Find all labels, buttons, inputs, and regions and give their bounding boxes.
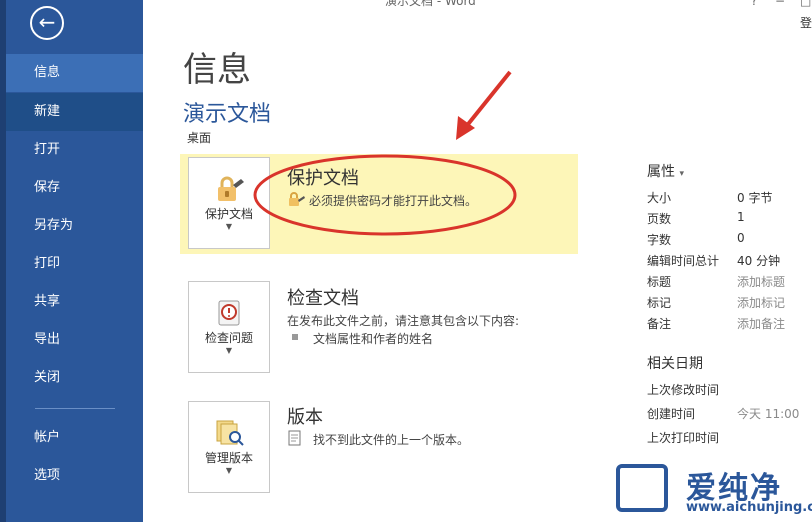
document-location: 桌面 bbox=[187, 131, 212, 145]
protect-document-description: 必须提供密码才能打开此文档。 bbox=[309, 194, 478, 208]
property-key: 大小 bbox=[647, 191, 672, 205]
related-dates-header: 相关日期 bbox=[647, 356, 703, 372]
protect-document-tile-label: 保护文档 bbox=[204, 207, 253, 221]
bullet-icon bbox=[292, 334, 298, 340]
annotation-arrow-shaft bbox=[463, 70, 512, 130]
sidebar-item-save-as[interactable]: 另存为 bbox=[6, 207, 143, 245]
chevron-down-icon: ▾ bbox=[679, 169, 684, 179]
protect-document-button[interactable]: 保护文档 ▼ bbox=[188, 157, 270, 249]
sidebar-item-close[interactable]: 关闭 bbox=[6, 359, 143, 397]
date-key: 上次修改时间 bbox=[647, 383, 720, 397]
sidebar-item-new[interactable]: 新建 bbox=[6, 93, 143, 131]
property-value: 40 分钟 bbox=[737, 254, 781, 268]
chevron-down-icon: ▼ bbox=[225, 346, 233, 355]
date-key: 创建时间 bbox=[647, 407, 696, 421]
sidebar-item-info[interactable]: 信息 bbox=[6, 54, 143, 92]
chevron-down-icon: ▼ bbox=[225, 466, 233, 475]
inspect-document-icon bbox=[218, 300, 240, 326]
check-for-issues-tile-label: 检查问题 bbox=[204, 331, 253, 345]
property-value: 0 字节 bbox=[737, 191, 773, 205]
add-tag-field[interactable]: 添加标记 bbox=[737, 294, 785, 311]
property-key: 备注 bbox=[647, 317, 672, 331]
help-button[interactable]: ? bbox=[751, 0, 757, 8]
versions-description: 找不到此文件的上一个版本。 bbox=[313, 433, 470, 447]
sign-in-link[interactable]: 登 bbox=[800, 14, 812, 31]
property-key: 编辑时间总计 bbox=[647, 254, 720, 268]
inspect-document-title: 检查文档 bbox=[287, 288, 359, 309]
date-value: 今天 11:00 bbox=[737, 407, 800, 421]
annotation-arrow-head bbox=[456, 116, 475, 140]
sidebar-item-options[interactable]: 选项 bbox=[6, 457, 143, 495]
sidebar-divider bbox=[35, 408, 115, 409]
property-value: 1 bbox=[737, 210, 745, 224]
protect-document-title: 保护文档 bbox=[287, 168, 359, 189]
watermark-url: www.aichunjing.com bbox=[686, 500, 812, 515]
chevron-down-icon: ▼ bbox=[225, 222, 233, 231]
minimize-button[interactable]: − bbox=[775, 0, 785, 8]
document-name: 演示文档 bbox=[183, 102, 272, 127]
manage-versions-tile-label: 管理版本 bbox=[204, 451, 253, 465]
property-key: 标题 bbox=[647, 275, 672, 289]
page-title: 信息 bbox=[183, 50, 251, 90]
sidebar-item-share[interactable]: 共享 bbox=[6, 283, 143, 321]
manage-versions-button[interactable]: 管理版本 ▼ bbox=[188, 401, 270, 493]
inspect-document-item: 文档属性和作者的姓名 bbox=[313, 332, 434, 346]
lock-icon bbox=[289, 192, 305, 206]
property-key: 字数 bbox=[647, 233, 672, 247]
add-title-field[interactable]: 添加标题 bbox=[737, 273, 785, 290]
properties-header-label: 属性 bbox=[647, 164, 675, 180]
restore-button[interactable]: □ bbox=[800, 0, 811, 8]
watermark-logo bbox=[616, 464, 668, 512]
property-key: 标记 bbox=[647, 296, 672, 310]
versions-title: 版本 bbox=[287, 407, 323, 428]
check-for-issues-button[interactable]: 检查问题 ▼ bbox=[188, 281, 270, 373]
back-arrow-icon[interactable]: ← bbox=[30, 6, 64, 40]
inspect-document-description: 在发布此文件之前，请注意其包含以下内容: bbox=[287, 314, 520, 328]
sidebar-item-account[interactable]: 帐户 bbox=[6, 419, 143, 457]
properties-header[interactable]: 属性 ▾ bbox=[647, 161, 684, 181]
date-key: 上次打印时间 bbox=[647, 431, 720, 445]
window-title: 演示文档 - Word bbox=[385, 0, 476, 8]
sidebar-item-save[interactable]: 保存 bbox=[6, 169, 143, 207]
add-comment-field[interactable]: 添加备注 bbox=[737, 315, 785, 332]
document-icon bbox=[288, 430, 301, 446]
backstage-sidebar: ← 信息 新建 打开 保存 另存为 打印 共享 导出 关闭 帐户 选项 bbox=[0, 0, 143, 522]
versions-icon bbox=[216, 420, 244, 446]
property-key: 页数 bbox=[647, 212, 672, 226]
lock-key-icon bbox=[218, 176, 244, 201]
sidebar-item-print[interactable]: 打印 bbox=[6, 245, 143, 283]
property-value: 0 bbox=[737, 231, 745, 245]
sidebar-item-export[interactable]: 导出 bbox=[6, 321, 143, 359]
sidebar-item-open[interactable]: 打开 bbox=[6, 131, 143, 169]
